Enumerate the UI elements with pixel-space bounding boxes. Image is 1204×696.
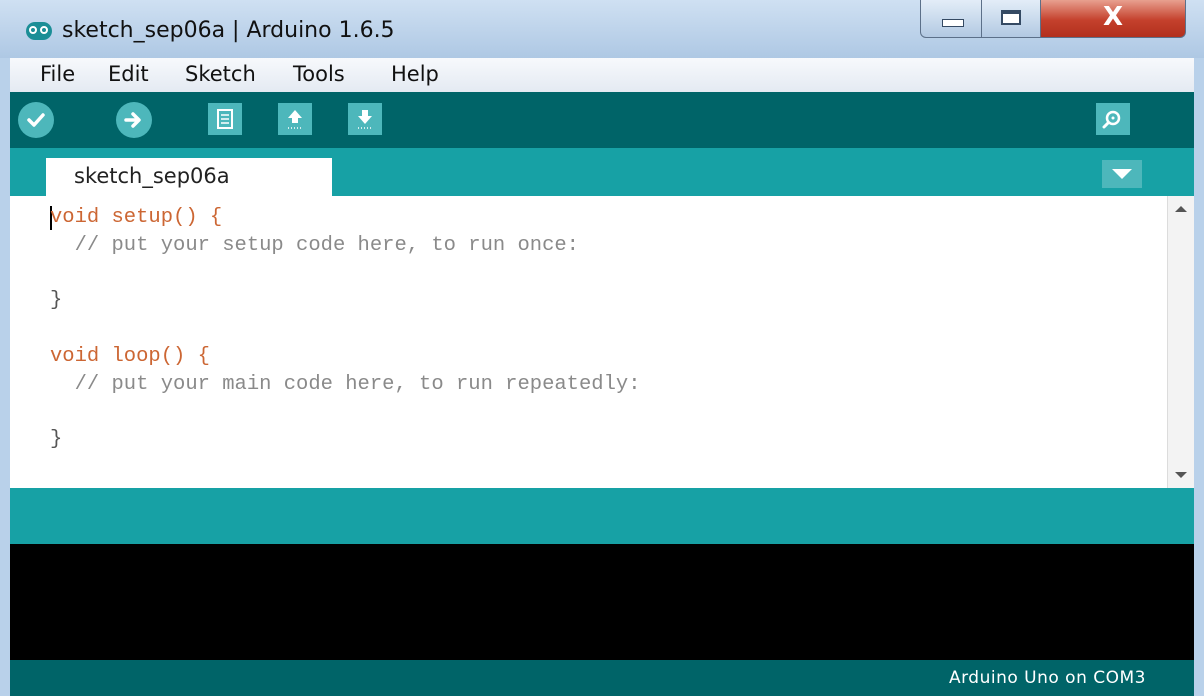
toolbar bbox=[10, 92, 1194, 148]
menu-sketch[interactable]: Sketch bbox=[185, 62, 256, 86]
code-editor[interactable]: void setup() { // put your setup code he… bbox=[10, 196, 1194, 488]
serial-monitor-icon bbox=[1102, 110, 1121, 129]
maximize-button[interactable] bbox=[981, 0, 1041, 38]
save-icon bbox=[358, 110, 372, 129]
code-line-1: void setup() { bbox=[50, 206, 223, 229]
verify-icon bbox=[27, 113, 45, 127]
window-title: sketch_sep06a | Arduino 1.6.5 bbox=[62, 18, 395, 43]
code-line-2: // put your setup code here, to run once… bbox=[50, 233, 579, 257]
serial-monitor-button[interactable] bbox=[1096, 103, 1130, 135]
menu-help[interactable]: Help bbox=[391, 62, 439, 86]
editor-scrollbar[interactable] bbox=[1167, 196, 1194, 488]
open-button[interactable] bbox=[278, 103, 312, 135]
minimize-icon bbox=[942, 19, 964, 27]
upload-button[interactable] bbox=[116, 102, 152, 138]
menu-bar: File Edit Sketch Tools Help bbox=[10, 58, 1194, 93]
title-bar[interactable]: sketch_sep06a | Arduino 1.6.5 X bbox=[0, 0, 1204, 58]
minimize-button[interactable] bbox=[920, 0, 982, 38]
open-icon bbox=[288, 110, 302, 129]
tab-label: sketch_sep06a bbox=[74, 164, 230, 188]
maximize-icon bbox=[1001, 10, 1021, 25]
arduino-window: sketch_sep06a | Arduino 1.6.5 X File Edi… bbox=[0, 0, 1204, 696]
message-area bbox=[10, 488, 1194, 544]
code-line-6: void loop() { bbox=[50, 344, 210, 368]
upload-icon bbox=[124, 112, 141, 128]
scroll-down-icon[interactable] bbox=[1175, 472, 1187, 478]
save-button[interactable] bbox=[348, 103, 382, 135]
menu-file[interactable]: File bbox=[40, 62, 75, 86]
chevron-down-icon bbox=[1112, 169, 1132, 179]
new-icon bbox=[217, 109, 233, 129]
board-port-label: Arduino Uno on COM3 bbox=[948, 668, 1146, 688]
close-button[interactable]: X bbox=[1040, 0, 1186, 38]
tab-sketch[interactable]: sketch_sep06a bbox=[46, 158, 332, 196]
menu-tools[interactable]: Tools bbox=[293, 62, 345, 86]
verify-button[interactable] bbox=[18, 102, 54, 138]
code-line-4: } bbox=[50, 289, 63, 313]
tab-menu-button[interactable] bbox=[1102, 160, 1142, 188]
code-line-9: } bbox=[50, 428, 63, 452]
code-line: void setup() { bbox=[50, 206, 222, 229]
arduino-logo-icon bbox=[26, 22, 52, 40]
console-output[interactable] bbox=[10, 544, 1194, 660]
close-icon: X bbox=[1102, 2, 1124, 32]
tab-bar: sketch_sep06a bbox=[10, 148, 1194, 196]
code-text[interactable]: void setup() { // put your setup code he… bbox=[50, 204, 641, 454]
menu-edit[interactable]: Edit bbox=[108, 62, 149, 86]
code-line-7: // put your main code here, to run repea… bbox=[50, 372, 641, 396]
new-button[interactable] bbox=[208, 103, 242, 135]
status-bar: Arduino Uno on COM3 bbox=[10, 660, 1194, 696]
scroll-up-icon[interactable] bbox=[1175, 206, 1187, 212]
